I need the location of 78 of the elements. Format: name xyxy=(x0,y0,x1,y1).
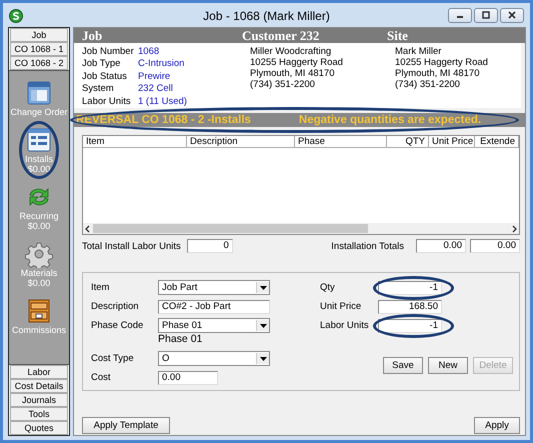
address-line: Plymouth, MI 48170 xyxy=(395,68,480,79)
totals-label: Total Install Labor Units xyxy=(82,240,181,252)
maximize-icon[interactable] xyxy=(481,11,491,19)
close-icon[interactable] xyxy=(507,11,517,19)
action-button[interactable]: Save xyxy=(383,357,423,374)
sidebar-tab[interactable]: Job xyxy=(10,28,68,42)
window-title: Job - 1068 (Mark Miller) xyxy=(203,9,330,23)
section-title: Site xyxy=(387,28,409,42)
section-title: Job xyxy=(82,28,104,42)
address-line: (734) 351-2200 xyxy=(250,79,316,90)
field-label: Phase Code xyxy=(91,320,144,331)
totals-label: Installation Totals xyxy=(331,240,404,252)
field-label: Labor Units xyxy=(320,320,370,331)
sidebar-tab[interactable]: Journals xyxy=(10,393,68,407)
list-icon[interactable] xyxy=(24,126,53,154)
sidebar-tab[interactable]: CO 1068 - 1 xyxy=(10,42,68,56)
field-label: Job Type xyxy=(82,58,122,71)
total-field[interactable]: 0.00 xyxy=(416,239,466,253)
input-field[interactable]: CO#2 - Job Part xyxy=(158,300,270,314)
banner-message: Negative quantities are expected. xyxy=(298,114,482,126)
dropdown-arrow-icon[interactable] xyxy=(260,286,266,290)
field-label: Qty xyxy=(320,282,336,293)
sidebar-tab[interactable]: CO 1068 - 2 xyxy=(10,56,68,70)
amount-label: $0.00 xyxy=(28,164,50,174)
dropdown-arrow-icon[interactable] xyxy=(260,356,266,360)
input-field[interactable]: 168.50 xyxy=(378,300,442,314)
input-field[interactable]: -1 xyxy=(378,280,442,294)
address-line: 10255 Haggerty Road xyxy=(250,57,344,68)
address-line: (734) 351-2200 xyxy=(395,79,461,90)
field-label: Job Number xyxy=(82,46,135,58)
action-button[interactable]: New xyxy=(428,357,468,374)
close-button[interactable] xyxy=(500,8,524,22)
labor-units-field[interactable]: 0 xyxy=(186,239,233,253)
address-line: 10255 Haggerty Road xyxy=(395,57,489,68)
minimize-button[interactable] xyxy=(448,8,472,22)
address-line: Miller Woodcrafting xyxy=(250,46,332,57)
field-value: 1068 xyxy=(138,46,160,58)
field-label: Labor Units xyxy=(82,96,132,108)
column-header[interactable]: Phase xyxy=(295,136,387,147)
sidebar-tab[interactable]: Quotes xyxy=(10,421,68,435)
maximize-button[interactable] xyxy=(474,8,498,22)
field-value: Prewire xyxy=(138,70,172,84)
address-line: Plymouth, MI 48170 xyxy=(250,68,336,79)
total-field[interactable]: 0.00 xyxy=(470,239,520,253)
column-header[interactable]: Item xyxy=(83,136,187,147)
field-label: Description xyxy=(91,301,140,312)
action-button[interactable]: Apply Template xyxy=(82,417,170,434)
field-label: Job Status xyxy=(82,70,128,84)
sidebar-tab[interactable]: Cost Details xyxy=(10,379,68,393)
dropdown[interactable]: O xyxy=(158,351,270,366)
field-label: Cost Type xyxy=(91,353,135,364)
dropdown-arrow-icon[interactable] xyxy=(260,324,266,328)
app-logo-icon xyxy=(9,9,23,23)
input-field[interactable]: 0.00 xyxy=(158,370,218,384)
column-header[interactable]: QTY xyxy=(387,136,429,147)
input-field[interactable]: -1 xyxy=(378,318,442,332)
dropdown[interactable]: Job Part xyxy=(158,280,270,295)
phase-name: Phase 01 xyxy=(158,333,202,345)
sidebar-tab[interactable]: Tools xyxy=(10,407,68,421)
address-line: Mark Miller xyxy=(395,46,442,57)
window-icon[interactable] xyxy=(24,79,53,107)
section-title: Customer 232 xyxy=(242,28,320,42)
column-header[interactable]: Description xyxy=(187,136,295,147)
sidebar-tab[interactable]: Labor xyxy=(10,365,68,379)
amount-label: $0.00 xyxy=(28,278,50,288)
dropdown[interactable]: Phase 01 xyxy=(158,318,270,333)
field-label: System xyxy=(82,83,115,96)
field-label: Unit Price xyxy=(320,301,362,312)
gear-icon[interactable] xyxy=(24,240,53,268)
amount-label: $0.00 xyxy=(28,221,50,231)
field-label: Item xyxy=(91,282,110,293)
field-label: Cost xyxy=(91,372,112,383)
column-header[interactable]: Unit Price xyxy=(429,136,475,147)
field-value: 1 (11 Used) xyxy=(138,96,188,108)
action-button[interactable]: Apply xyxy=(474,417,520,434)
field-value: 232 Cell xyxy=(138,83,174,96)
field-value: C-Intrusion xyxy=(138,58,186,71)
column-header[interactable]: Extende xyxy=(475,136,519,147)
